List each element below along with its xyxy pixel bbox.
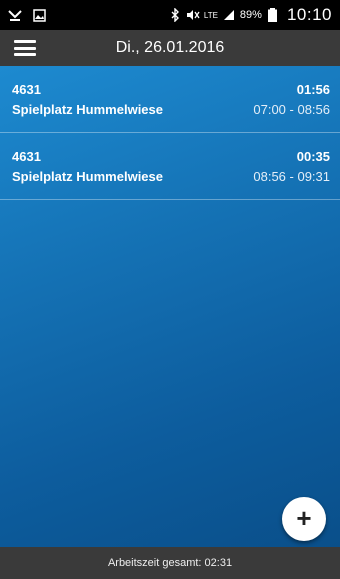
app-bar: Di., 26.01.2016 (0, 30, 340, 66)
image-icon (32, 8, 46, 22)
hamburger-menu-icon[interactable] (14, 40, 36, 56)
status-left (8, 8, 46, 22)
list-item[interactable]: 4631 01:56 Spielplatz Hummelwiese 07:00 … (0, 66, 340, 133)
page-title: Di., 26.01.2016 (115, 39, 225, 56)
battery-percent: 89% (239, 9, 262, 21)
bluetooth-icon (168, 8, 182, 22)
add-entry-button[interactable]: + (282, 497, 326, 541)
entry-duration: 01:56 (296, 81, 330, 97)
signal-icon (222, 8, 236, 22)
status-bar: LTE 89% 10:10 (0, 0, 340, 30)
entry-id: 4631 (12, 148, 41, 164)
entry-location: Spielplatz Hummelwiese (12, 168, 163, 184)
entry-time-range: 07:00 - 08:56 (253, 101, 330, 117)
status-time: 10:10 (286, 5, 332, 24)
entry-time-range: 08:56 - 09:31 (253, 168, 330, 184)
lte-icon: LTE (203, 10, 218, 20)
notification-icon (8, 8, 22, 22)
plus-icon: + (296, 503, 312, 533)
entry-id: 4631 (12, 81, 41, 97)
battery-icon (266, 8, 280, 22)
footer-total: Arbeitszeit gesamt: 02:31 (0, 547, 340, 579)
list-item[interactable]: 4631 00:35 Spielplatz Hummelwiese 08:56 … (0, 133, 340, 200)
entries-list: 4631 01:56 Spielplatz Hummelwiese 07:00 … (0, 66, 340, 547)
entry-location: Spielplatz Hummelwiese (12, 101, 163, 117)
mute-icon (186, 8, 200, 22)
status-right: LTE 89% 10:10 (168, 5, 332, 25)
total-worktime-label: Arbeitszeit gesamt: 02:31 (107, 557, 233, 569)
entry-duration: 00:35 (296, 148, 330, 164)
